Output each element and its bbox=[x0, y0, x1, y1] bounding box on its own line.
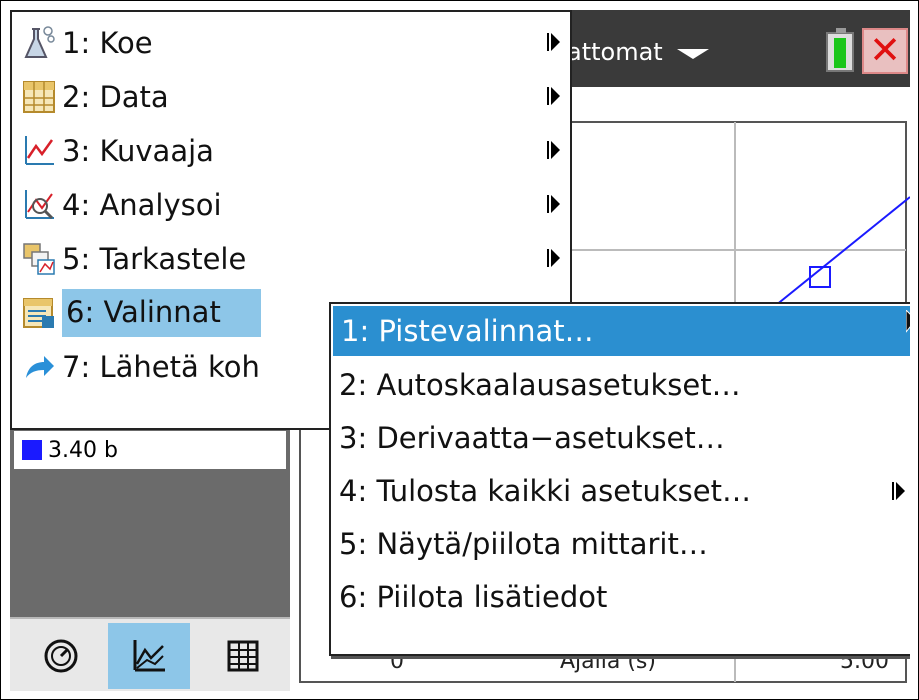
submenu-item-label: 4: Tulosta kaikki asetukset… bbox=[339, 474, 751, 508]
mouse-pointer-icon bbox=[906, 310, 910, 333]
submenu-item-label: 3: Derivaatta−asetukset… bbox=[339, 421, 725, 455]
submenu-item-pistevalinnat[interactable]: 1: Pistevalinnat… bbox=[333, 306, 910, 356]
calculator-screen: attomat ✕ 0 Ajalla (s) 5.00 3.40 b 1: Ko… bbox=[10, 10, 910, 691]
submenu-item-label: 2: Autoskaalausasetukset… bbox=[339, 368, 741, 402]
menu-item-label: 2: Data bbox=[62, 80, 169, 114]
options-submenu: 1: Pistevalinnat… 2: Autoskaalausasetuks… bbox=[329, 302, 910, 656]
analyze-icon bbox=[20, 186, 58, 224]
menu-item-label-selected: 6: Valinnat bbox=[62, 289, 261, 337]
submenu-arrow-icon bbox=[547, 33, 560, 51]
legend-entry[interactable]: 3.40 b bbox=[14, 431, 286, 469]
series-color-swatch bbox=[22, 440, 42, 460]
submenu-item-tulosta[interactable]: 4: Tulosta kaikki asetukset… bbox=[331, 466, 910, 516]
submenu-item-piilota-lisatiedot[interactable]: 6: Piilota lisätiedot bbox=[331, 572, 910, 622]
submenu-arrow-icon bbox=[547, 249, 560, 267]
menu-item-tarkastele[interactable]: 5: Tarkastele bbox=[12, 232, 570, 286]
submenu-item-label: 1: Pistevalinnat… bbox=[341, 314, 594, 348]
menu-item-label: 7: Lähetä koh bbox=[62, 350, 260, 384]
view-icon bbox=[20, 240, 58, 278]
menu-item-kuvaaja[interactable]: 3: Kuvaaja bbox=[12, 124, 570, 178]
menu-item-koe[interactable]: 1: Koe bbox=[12, 16, 570, 70]
send-arrow-icon bbox=[20, 348, 58, 386]
battery-icon bbox=[826, 28, 854, 72]
table-view-icon bbox=[227, 640, 259, 672]
submenu-item-nayta-piilota[interactable]: 5: Näytä/piilota mittarit… bbox=[331, 519, 910, 569]
menu-item-data[interactable]: 2: Data bbox=[12, 70, 570, 124]
menu-item-label: 1: Koe bbox=[62, 26, 153, 60]
menu-item-analysoi[interactable]: 4: Analysoi bbox=[12, 178, 570, 232]
options-icon bbox=[20, 294, 58, 332]
close-button[interactable]: ✕ bbox=[862, 28, 908, 74]
document-tab-label: attomat bbox=[567, 38, 663, 66]
meter-view-button[interactable] bbox=[20, 623, 102, 689]
submenu-arrow-icon bbox=[547, 195, 560, 213]
screenshot-frame: attomat ✕ 0 Ajalla (s) 5.00 3.40 b 1: Ko… bbox=[0, 0, 919, 700]
submenu-item-derivaatta[interactable]: 3: Derivaatta−asetukset… bbox=[331, 413, 910, 463]
line-graph-icon bbox=[20, 132, 58, 170]
menu-item-label: 5: Tarkastele bbox=[62, 242, 247, 276]
legend-value: 3.40 b bbox=[48, 437, 118, 463]
graph-view-button[interactable] bbox=[108, 623, 190, 689]
graph-view-icon bbox=[133, 640, 165, 672]
submenu-item-label: 5: Näytä/piilota mittarit… bbox=[339, 527, 708, 561]
meter-icon bbox=[44, 639, 78, 673]
flask-icon bbox=[20, 24, 58, 62]
chevron-down-icon bbox=[676, 49, 709, 59]
document-tab[interactable]: attomat bbox=[567, 30, 709, 74]
submenu-arrow-icon bbox=[547, 141, 560, 159]
table-icon bbox=[20, 78, 58, 116]
view-toolbar bbox=[10, 617, 290, 691]
menu-item-label: 3: Kuvaaja bbox=[62, 134, 214, 168]
submenu-item-label: 6: Piilota lisätiedot bbox=[339, 580, 608, 614]
submenu-arrow-icon bbox=[547, 87, 560, 105]
submenu-item-autoskaalaus[interactable]: 2: Autoskaalausasetukset… bbox=[331, 360, 910, 410]
submenu-arrow-icon bbox=[892, 482, 905, 500]
table-view-button[interactable] bbox=[202, 623, 284, 689]
menu-item-label: 4: Analysoi bbox=[62, 188, 222, 222]
